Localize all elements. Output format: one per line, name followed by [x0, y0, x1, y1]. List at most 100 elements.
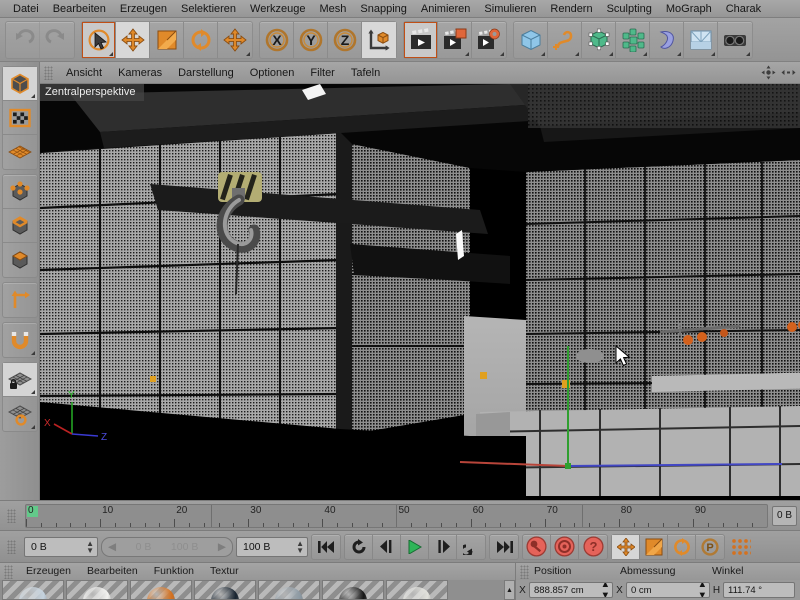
spline-pen-button[interactable]	[548, 21, 582, 58]
menu-item-snapping[interactable]: Snapping	[353, 0, 414, 18]
range-right-arrow-icon[interactable]: ▶	[218, 541, 226, 553]
material-swatch[interactable]	[322, 580, 384, 600]
drag-grip-icon[interactable]	[44, 65, 53, 80]
material-swatch[interactable]	[66, 580, 128, 600]
dropdown-corner-icon[interactable]	[246, 51, 250, 56]
viewport-3d[interactable]: Zentralperspektive Y X Z	[40, 84, 800, 500]
material-grip-icon[interactable]	[4, 564, 13, 579]
key-rotation-button[interactable]	[668, 534, 696, 559]
nurbs-button[interactable]	[582, 21, 616, 58]
dropdown-corner-icon[interactable]	[30, 351, 35, 355]
axis-modify-button[interactable]	[3, 283, 37, 317]
timeline-ruler[interactable]: 0102030405060708090100	[25, 503, 768, 528]
viewport-menu-darstellung[interactable]: Darstellung	[170, 62, 242, 84]
play-forward-button[interactable]	[457, 535, 485, 559]
controls-grip-icon[interactable]	[7, 539, 16, 554]
texture-mode-button[interactable]	[2, 101, 37, 135]
dropdown-corner-icon[interactable]	[711, 51, 715, 56]
object-mode-button[interactable]	[2, 67, 37, 101]
preview-range-field[interactable]: ◀ 0 B 100 B ▶	[101, 536, 233, 557]
menu-item-animieren[interactable]: Animieren	[414, 0, 478, 18]
rotate-button[interactable]	[184, 21, 218, 58]
material-swatch[interactable]	[130, 580, 192, 600]
timeline-grip-icon[interactable]	[7, 508, 16, 523]
cube-primitive-button[interactable]	[514, 21, 548, 58]
menu-item-bearbeiten[interactable]: Bearbeiten	[46, 0, 113, 18]
material-swatch[interactable]	[194, 580, 256, 600]
material-menu-bearbeiten[interactable]: Bearbeiten	[79, 563, 146, 580]
menu-item-erzeugen[interactable]: Erzeugen	[113, 0, 174, 18]
material-menu-textur[interactable]: Textur	[202, 563, 247, 580]
dropdown-corner-icon[interactable]	[30, 425, 35, 429]
camera-button[interactable]	[718, 22, 752, 58]
stepper-icon[interactable]: ▲ ▼	[601, 583, 610, 597]
viewport-menu-ansicht[interactable]: Ansicht	[58, 62, 110, 84]
max-frame-field[interactable]: 100 B ▲ ▼	[236, 536, 308, 557]
magnet-button[interactable]	[3, 323, 37, 357]
menu-item-mesh[interactable]: Mesh	[312, 0, 353, 18]
polygons-mode-button[interactable]	[3, 243, 37, 277]
record-keyframe-button[interactable]	[523, 534, 551, 559]
deformer-button[interactable]	[650, 21, 684, 58]
previous-frame-button[interactable]	[373, 534, 401, 559]
menu-item-werkzeuge[interactable]: Werkzeuge	[243, 0, 312, 18]
go-to-start-button[interactable]	[312, 535, 340, 559]
dropdown-corner-icon[interactable]	[575, 51, 579, 56]
axis-z-button[interactable]: Z	[328, 21, 362, 58]
zoom-view-icon[interactable]	[781, 65, 796, 80]
menu-item-sculpting[interactable]: Sculpting	[600, 0, 659, 18]
timeline-end-field[interactable]: 0 B	[771, 505, 797, 526]
environment-button[interactable]	[684, 21, 718, 58]
autokeying-button[interactable]	[551, 534, 579, 559]
loop-button[interactable]	[345, 534, 373, 559]
menu-item-datei[interactable]: Datei	[6, 0, 46, 18]
lock-workplane-button[interactable]	[2, 363, 37, 397]
material-menu-erzeugen[interactable]: Erzeugen	[18, 563, 79, 580]
menu-item-simulieren[interactable]: Simulieren	[477, 0, 543, 18]
workplane-button[interactable]	[3, 135, 37, 169]
dropdown-corner-icon[interactable]	[465, 51, 469, 56]
play-button[interactable]	[401, 534, 429, 559]
coord-size-x-field[interactable]: 0 cm ▲ ▼	[626, 582, 710, 598]
dropdown-corner-icon[interactable]	[746, 51, 750, 56]
edges-mode-button[interactable]	[2, 209, 37, 243]
viewport-menu-filter[interactable]: Filter	[302, 62, 342, 84]
dropdown-corner-icon[interactable]	[109, 51, 113, 56]
stepper-icon[interactable]: ▲ ▼	[86, 539, 94, 554]
dropdown-corner-icon[interactable]	[30, 390, 35, 394]
coord-angle-h-field[interactable]: 111.74 °	[723, 582, 795, 598]
menu-item-charak[interactable]: Charak	[719, 0, 768, 18]
dropdown-corner-icon[interactable]	[30, 94, 35, 98]
stepper-icon[interactable]: ▲ ▼	[296, 539, 304, 554]
select-cursor-button[interactable]	[82, 21, 116, 58]
menu-item-rendern[interactable]: Rendern	[543, 0, 599, 18]
material-menu-funktion[interactable]: Funktion	[146, 563, 202, 580]
points-mode-button[interactable]	[2, 175, 37, 209]
viewport-menu-kameras[interactable]: Kameras	[110, 62, 170, 84]
range-left-arrow-icon[interactable]: ◀	[108, 541, 116, 553]
dropdown-corner-icon[interactable]	[677, 51, 681, 56]
array-button[interactable]	[616, 21, 650, 58]
menu-item-selektieren[interactable]: Selektieren	[174, 0, 243, 18]
go-to-end-button[interactable]	[490, 535, 518, 559]
key-selection-button[interactable]: ?	[579, 535, 607, 559]
coordinates-grip-icon[interactable]	[520, 564, 529, 579]
world-coord-button[interactable]	[362, 21, 396, 58]
current-frame-field[interactable]: 0 B ▲ ▼	[24, 536, 98, 557]
dropdown-corner-icon[interactable]	[541, 51, 545, 56]
material-swatch[interactable]	[386, 580, 448, 600]
material-scroll-up-button[interactable]: ▲	[504, 580, 515, 600]
viewport-menu-optionen[interactable]: Optionen	[242, 62, 303, 84]
key-dots-icon[interactable]	[731, 537, 751, 556]
menu-item-mograph[interactable]: MoGraph	[659, 0, 719, 18]
render-region-button[interactable]	[438, 21, 472, 58]
workplane-rotate-button[interactable]	[3, 397, 37, 431]
viewport-menu-tafeln[interactable]: Tafeln	[343, 62, 388, 84]
key-parameter-button[interactable]: P	[696, 535, 724, 559]
next-frame-button[interactable]	[429, 534, 457, 559]
axis-x-button[interactable]: X	[260, 21, 294, 58]
dropdown-corner-icon[interactable]	[500, 51, 504, 56]
material-swatch[interactable]	[258, 580, 320, 600]
coord-position-x-field[interactable]: 888.857 cm ▲ ▼	[529, 582, 613, 598]
render-settings-button[interactable]	[472, 22, 506, 58]
